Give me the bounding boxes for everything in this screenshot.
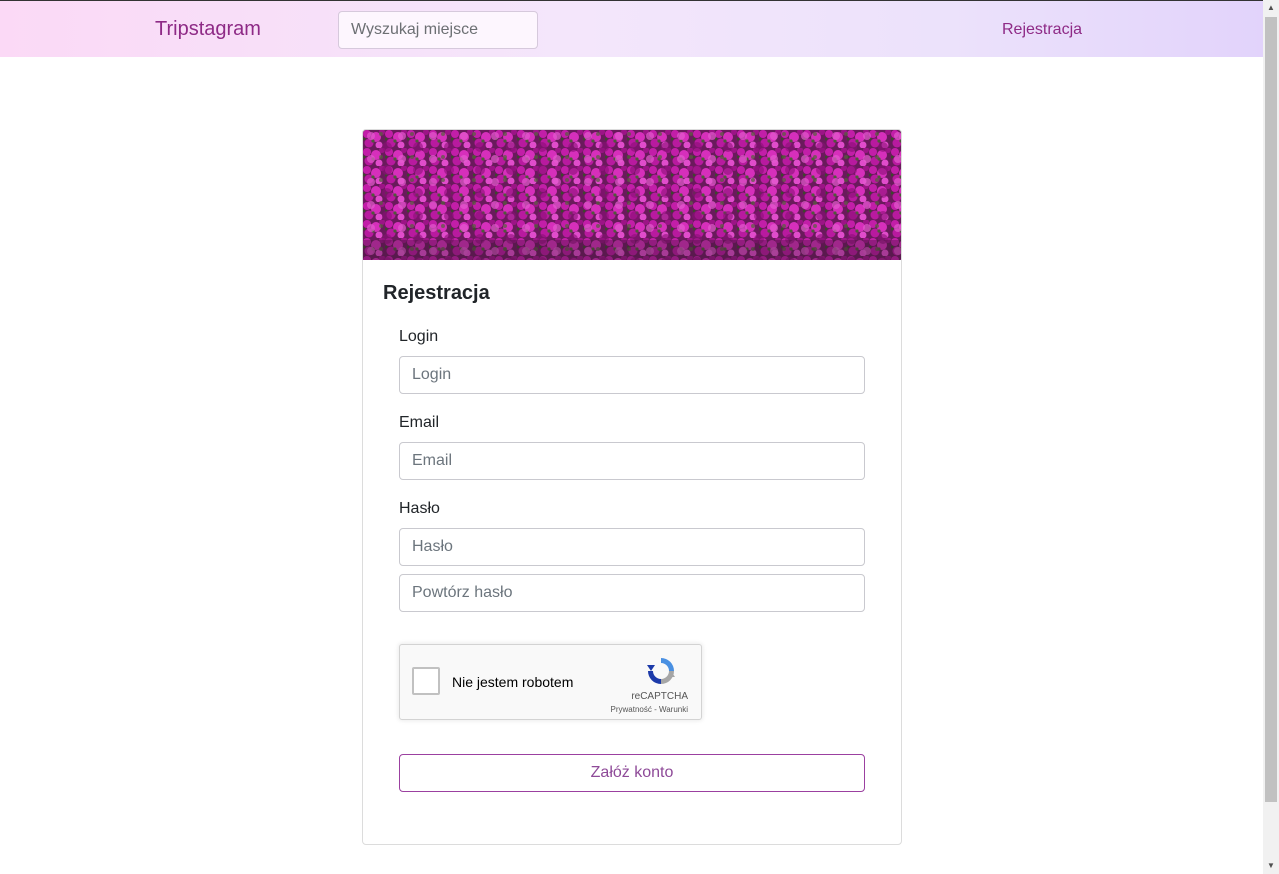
card-title: Rejestracja: [383, 282, 490, 304]
login-label: Login: [399, 328, 439, 345]
registration-card: Rejestracja Login Email Hasło Nie jestem…: [362, 129, 902, 845]
password-input[interactable]: [399, 528, 865, 566]
recaptcha-checkbox[interactable]: [412, 667, 440, 695]
search-input[interactable]: [338, 11, 538, 49]
navbar: Tripstagram Rejestracja: [0, 0, 1263, 57]
email-input[interactable]: [399, 442, 865, 480]
create-account-button[interactable]: Załóż konto: [399, 754, 865, 792]
scroll-down-arrow-icon[interactable]: ▼: [1263, 858, 1279, 874]
recaptcha-widget: Nie jestem robotem reCAPTCHA Prywatność …: [399, 644, 702, 720]
scroll-up-arrow-icon[interactable]: ▲: [1263, 0, 1279, 16]
header-image-flowers: [363, 130, 901, 260]
brand-link[interactable]: Tripstagram: [155, 18, 261, 41]
login-input[interactable]: [399, 356, 865, 394]
recaptcha-brand: reCAPTCHA: [631, 691, 688, 702]
repeat-password-input[interactable]: [399, 574, 865, 612]
password-label: Hasło: [399, 500, 440, 517]
email-label: Email: [399, 414, 440, 431]
vertical-scrollbar[interactable]: ▲ ▼: [1263, 0, 1279, 874]
register-nav-link[interactable]: Rejestracja: [1002, 21, 1082, 39]
recaptcha-label: Nie jestem robotem: [452, 674, 574, 690]
scrollbar-thumb[interactable]: [1265, 17, 1277, 802]
recaptcha-logo-icon: [647, 658, 675, 684]
recaptcha-privacy-terms-links[interactable]: Prywatność - Warunki: [611, 705, 689, 714]
